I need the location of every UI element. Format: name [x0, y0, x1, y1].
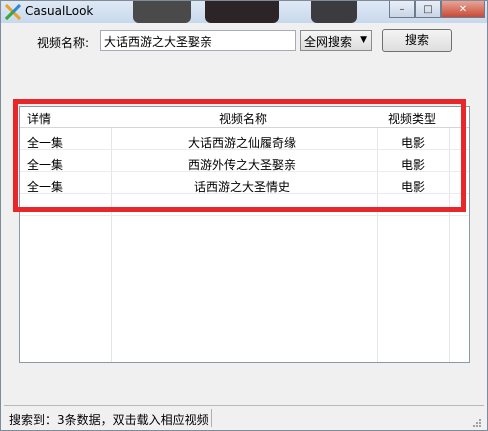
dropdown-arrow-icon: ▼	[360, 35, 367, 45]
app-logo-icon	[5, 4, 21, 20]
search-button[interactable]: 搜索	[382, 29, 452, 52]
video-name-input[interactable]: 大话西游之大圣娶亲	[100, 30, 296, 51]
video-name-label: 视频名称:	[37, 36, 90, 50]
window-title: CasualLook	[25, 4, 94, 18]
maximize-button[interactable]: □	[415, 1, 441, 18]
minimize-button[interactable]: –	[389, 1, 415, 18]
search-scope-value: 全网搜索	[304, 35, 353, 49]
title-bar[interactable]: CasualLook – □ ✕	[1, 1, 487, 23]
poster-thumbnail	[205, 1, 279, 23]
status-bar: 搜索到：3条数据，双击载入相应视频	[4, 405, 484, 430]
resize-grip-icon[interactable]	[472, 418, 482, 428]
status-divider	[211, 409, 212, 427]
app-window: CasualLook – □ ✕ 视频名称: 大话西游之大圣娶亲 全网搜索 ▼ …	[0, 0, 488, 431]
status-text: 搜索到：3条数据，双击载入相应视频	[9, 413, 209, 427]
close-button[interactable]: ✕	[441, 1, 485, 18]
search-scope-select[interactable]: 全网搜索 ▼	[300, 30, 372, 51]
highlight-annotation	[13, 99, 466, 212]
row-divider	[20, 215, 469, 216]
poster-thumbnail	[133, 1, 191, 23]
poster-thumbnail	[311, 1, 357, 23]
